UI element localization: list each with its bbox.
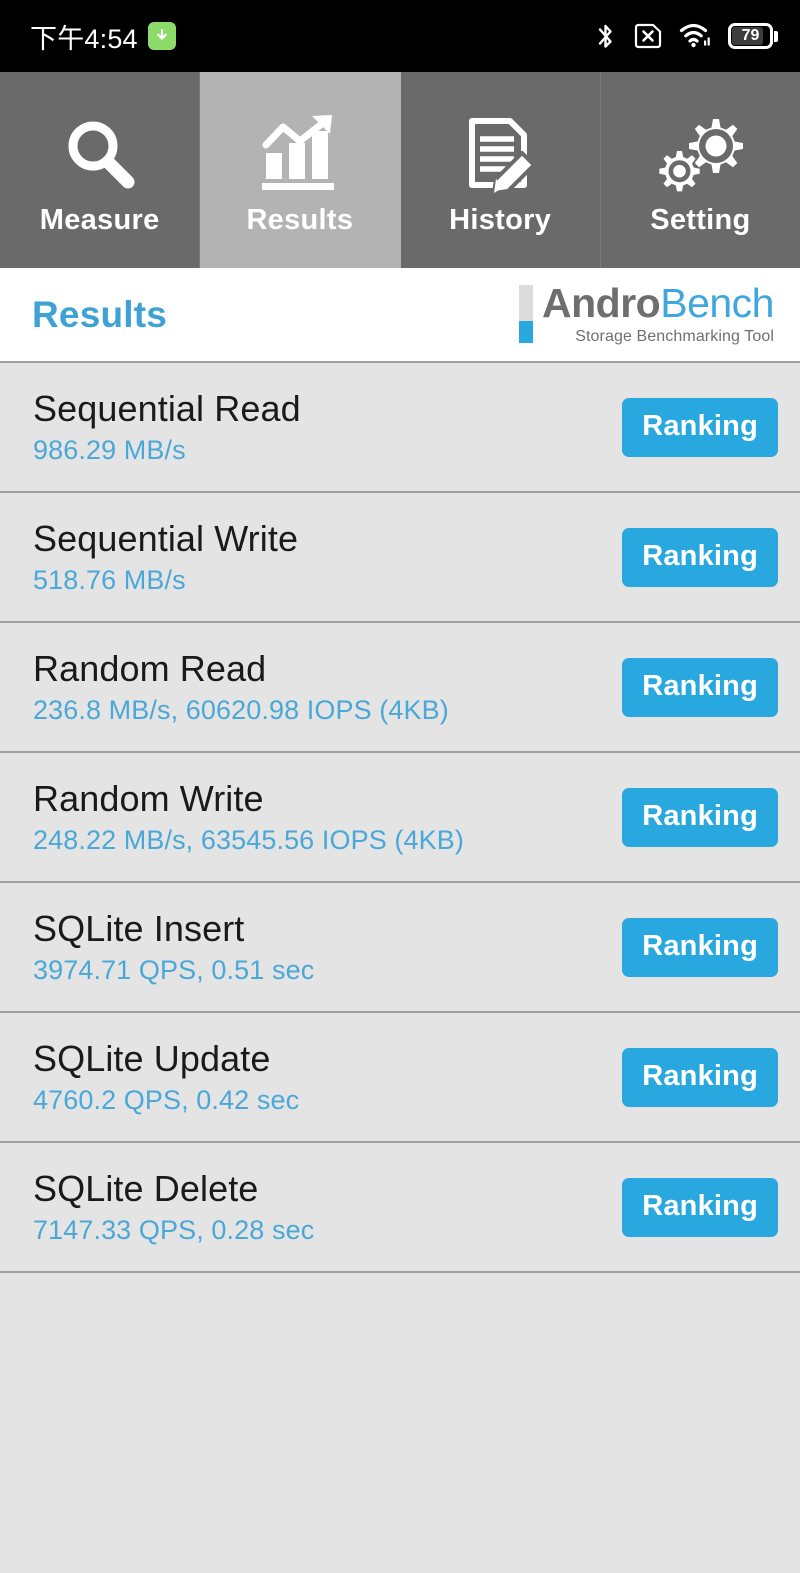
logo-andro: Andro bbox=[542, 280, 661, 327]
status-bar-left: 下午4:54 bbox=[30, 17, 176, 56]
result-info: Random Read 236.8 MB/s, 60620.98 IOPS (4… bbox=[33, 647, 449, 725]
tab-history[interactable]: History bbox=[400, 72, 601, 268]
table-row[interactable]: SQLite Insert 3974.71 QPS, 0.51 sec Rank… bbox=[0, 883, 800, 1013]
table-row[interactable]: Random Write 248.22 MB/s, 63545.56 IOPS … bbox=[0, 753, 800, 883]
bluetooth-icon bbox=[594, 21, 617, 52]
result-name: Random Read bbox=[33, 647, 267, 689]
tab-history-label: History bbox=[449, 203, 552, 236]
tab-setting[interactable]: Setting bbox=[600, 72, 800, 268]
wifi-icon bbox=[679, 22, 712, 50]
magnifier-icon bbox=[58, 112, 142, 198]
page-header: Results AndroBench Storage Benchmarking … bbox=[0, 268, 800, 363]
result-info: Sequential Read 986.29 MB/s bbox=[33, 387, 301, 465]
table-row[interactable]: SQLite Delete 7147.33 QPS, 0.28 sec Rank… bbox=[0, 1143, 800, 1273]
status-bar-right: 79 bbox=[594, 21, 778, 52]
result-name: Sequential Read bbox=[33, 387, 301, 429]
logo-bar-icon bbox=[519, 285, 534, 344]
ranking-button[interactable]: Ranking bbox=[622, 787, 778, 847]
gears-icon bbox=[655, 112, 745, 198]
androbench-logo: AndroBench Storage Benchmarking Tool bbox=[519, 280, 774, 346]
tab-measure-label: Measure bbox=[39, 203, 160, 236]
result-name: Sequential Write bbox=[33, 517, 299, 559]
result-name: Random Write bbox=[33, 777, 264, 819]
tab-results-label: Results bbox=[246, 203, 354, 236]
download-arrow-icon bbox=[147, 22, 176, 50]
result-info: SQLite Delete 7147.33 QPS, 0.28 sec bbox=[33, 1167, 315, 1245]
logo-wordmark: AndroBench bbox=[542, 280, 774, 327]
table-row[interactable]: Sequential Write 518.76 MB/s Ranking bbox=[0, 493, 800, 623]
tab-setting-label: Setting bbox=[650, 203, 751, 236]
logo-tagline: Storage Benchmarking Tool bbox=[575, 327, 774, 345]
ranking-button[interactable]: Ranking bbox=[622, 1177, 778, 1237]
document-pencil-icon bbox=[458, 112, 542, 198]
status-bar: 下午4:54 79 bbox=[0, 0, 800, 72]
result-value: 248.22 MB/s, 63545.56 IOPS (4KB) bbox=[33, 824, 464, 855]
result-value: 986.29 MB/s bbox=[33, 434, 186, 465]
androbench-app: 下午4:54 79 Measure Results History Settin… bbox=[0, 0, 800, 1573]
main-tab-bar: Measure Results History Setting bbox=[0, 72, 800, 268]
empty-list-area bbox=[0, 1273, 800, 1573]
results-list: Sequential Read 986.29 MB/s Ranking Sequ… bbox=[0, 363, 800, 1573]
result-value: 4760.2 QPS, 0.42 sec bbox=[33, 1084, 300, 1115]
ranking-button[interactable]: Ranking bbox=[622, 397, 778, 457]
result-name: SQLite Delete bbox=[33, 1167, 259, 1209]
result-value: 236.8 MB/s, 60620.98 IOPS (4KB) bbox=[33, 694, 449, 725]
ranking-button[interactable]: Ranking bbox=[622, 657, 778, 717]
table-row[interactable]: Sequential Read 986.29 MB/s Ranking bbox=[0, 363, 800, 493]
result-name: SQLite Insert bbox=[33, 907, 245, 949]
table-row[interactable]: Random Read 236.8 MB/s, 60620.98 IOPS (4… bbox=[0, 623, 800, 753]
logo-text: AndroBench Storage Benchmarking Tool bbox=[542, 280, 774, 346]
result-info: SQLite Update 4760.2 QPS, 0.42 sec bbox=[33, 1037, 300, 1115]
ranking-button[interactable]: Ranking bbox=[622, 917, 778, 977]
ranking-button[interactable]: Ranking bbox=[622, 527, 778, 587]
result-value: 3974.71 QPS, 0.51 sec bbox=[33, 954, 315, 985]
result-info: Sequential Write 518.76 MB/s bbox=[33, 517, 299, 595]
page-title: Results bbox=[32, 294, 168, 335]
result-info: Random Write 248.22 MB/s, 63545.56 IOPS … bbox=[33, 777, 464, 855]
battery-percent-label: 79 bbox=[741, 27, 760, 44]
tab-results[interactable]: Results bbox=[200, 72, 401, 268]
result-value: 7147.33 QPS, 0.28 sec bbox=[33, 1214, 315, 1245]
result-info: SQLite Insert 3974.71 QPS, 0.51 sec bbox=[33, 907, 315, 985]
status-bar-clock: 下午4:54 bbox=[30, 23, 138, 54]
tab-measure[interactable]: Measure bbox=[0, 72, 201, 268]
battery-icon: 79 bbox=[728, 23, 778, 49]
logo-bench: Bench bbox=[660, 280, 774, 327]
bar-chart-arrow-icon bbox=[256, 112, 344, 198]
no-sim-card-icon bbox=[633, 21, 663, 51]
result-name: SQLite Update bbox=[33, 1037, 271, 1079]
table-row[interactable]: SQLite Update 4760.2 QPS, 0.42 sec Ranki… bbox=[0, 1013, 800, 1143]
result-value: 518.76 MB/s bbox=[33, 564, 186, 595]
ranking-button[interactable]: Ranking bbox=[622, 1047, 778, 1107]
